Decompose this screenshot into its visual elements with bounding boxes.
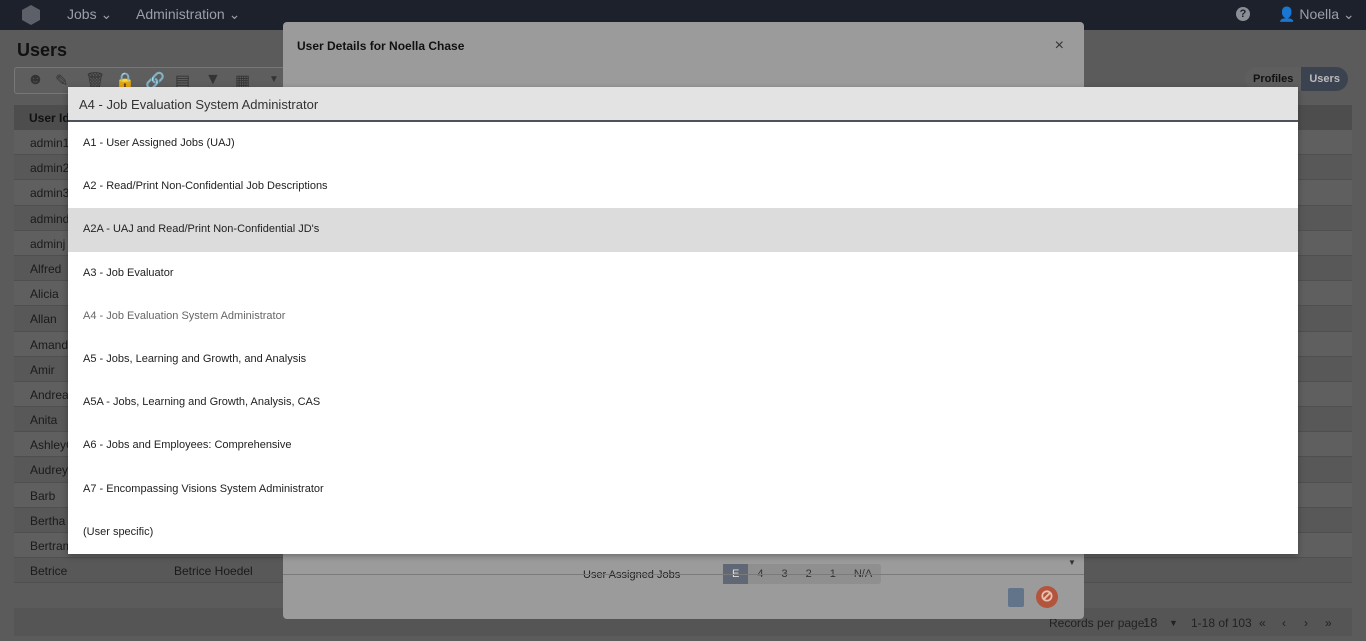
dropdown-option[interactable]: A4 - Job Evaluation System Administrator (68, 295, 1298, 338)
dropdown-option[interactable]: A2 - Read/Print Non-Confidential Job Des… (68, 165, 1298, 208)
user-id-cell: admin3 (30, 186, 70, 201)
record-range: 1-18 of 103 (1191, 616, 1252, 630)
add-user-icon[interactable]: ☻ (27, 71, 44, 89)
user-id-cell: Barb (30, 488, 56, 503)
user-id-cell: Audrey (30, 463, 69, 478)
more-dropdown-icon[interactable]: ▼ (269, 74, 279, 85)
dropdown-option[interactable]: A3 - Job Evaluator (68, 252, 1298, 295)
first-page-button[interactable]: « (1259, 616, 1266, 630)
user-id-cell: Anita (30, 413, 58, 428)
user-id-cell: Allan (30, 312, 57, 327)
logo-icon[interactable] (22, 5, 40, 25)
user-id-cell: admin2 (30, 161, 70, 176)
user-id-cell: Alfred (30, 261, 62, 276)
close-icon[interactable]: × (1055, 37, 1064, 55)
dropdown-option[interactable]: A1 - User Assigned Jobs (UAJ) (68, 122, 1298, 165)
page-title: Users (17, 40, 68, 60)
user-id-cell: Bertha (30, 513, 66, 528)
user-menu[interactable]: 👤 Noella ⌄ (1278, 6, 1355, 23)
next-page-button[interactable]: › (1304, 616, 1308, 630)
cancel-icon[interactable]: ⊘ (1036, 586, 1058, 608)
user-id-cell: Bertram (30, 539, 73, 553)
user-name-cell: Betrice Hoedel (174, 564, 253, 579)
edit-icon[interactable]: ✎ (55, 71, 68, 91)
user-id-cell: Betrice (30, 564, 68, 579)
chevron-down-icon[interactable]: ▼ (1169, 618, 1178, 628)
modal-title: User Details for Noella Chase (297, 39, 465, 53)
prev-page-button[interactable]: ‹ (1282, 616, 1286, 630)
user-name: Noella ⌄ (1299, 6, 1355, 22)
dropdown-option[interactable]: A5 - Jobs, Learning and Growth, and Anal… (68, 338, 1298, 381)
nav-administration[interactable]: Administration ⌄ (136, 6, 240, 23)
records-per-page-select[interactable]: 18 (1143, 615, 1157, 630)
tab-users[interactable]: Users (1301, 67, 1348, 91)
user-assigned-jobs-label: User Assigned Jobs (583, 569, 681, 581)
user-id-cell: adminj (30, 236, 66, 251)
dropdown-option[interactable]: (User specific) (68, 511, 1298, 554)
dropdown-option[interactable]: A6 - Jobs and Employees: Comprehensive (68, 424, 1298, 467)
user-id-cell: Andrea (30, 387, 69, 402)
save-icon[interactable] (1008, 588, 1024, 607)
modal-footer-divider (283, 574, 1084, 575)
last-page-button[interactable]: » (1325, 616, 1332, 630)
role-dropdown: A4 - Job Evaluation System Administrator… (68, 87, 1298, 554)
user-id-cell: Alicia (30, 287, 59, 302)
dropdown-selected-value[interactable]: A4 - Job Evaluation System Administrator (68, 87, 1298, 122)
dropdown-option[interactable]: A2A - UAJ and Read/Print Non-Confidentia… (68, 208, 1298, 252)
dropdown-option[interactable]: A5A - Jobs, Learning and Growth, Analysi… (68, 381, 1298, 424)
user-id-cell: Amir (30, 362, 55, 377)
help-icon[interactable]: ? (1236, 7, 1250, 21)
scroll-down-arrow[interactable]: ▼ (1068, 558, 1076, 567)
nav-jobs[interactable]: Jobs ⌄ (67, 6, 112, 23)
user-id-cell: admin1 (30, 136, 70, 150)
user-id-cell: admind (30, 211, 70, 226)
dropdown-option[interactable]: A7 - Encompassing Visions System Adminis… (68, 468, 1298, 511)
